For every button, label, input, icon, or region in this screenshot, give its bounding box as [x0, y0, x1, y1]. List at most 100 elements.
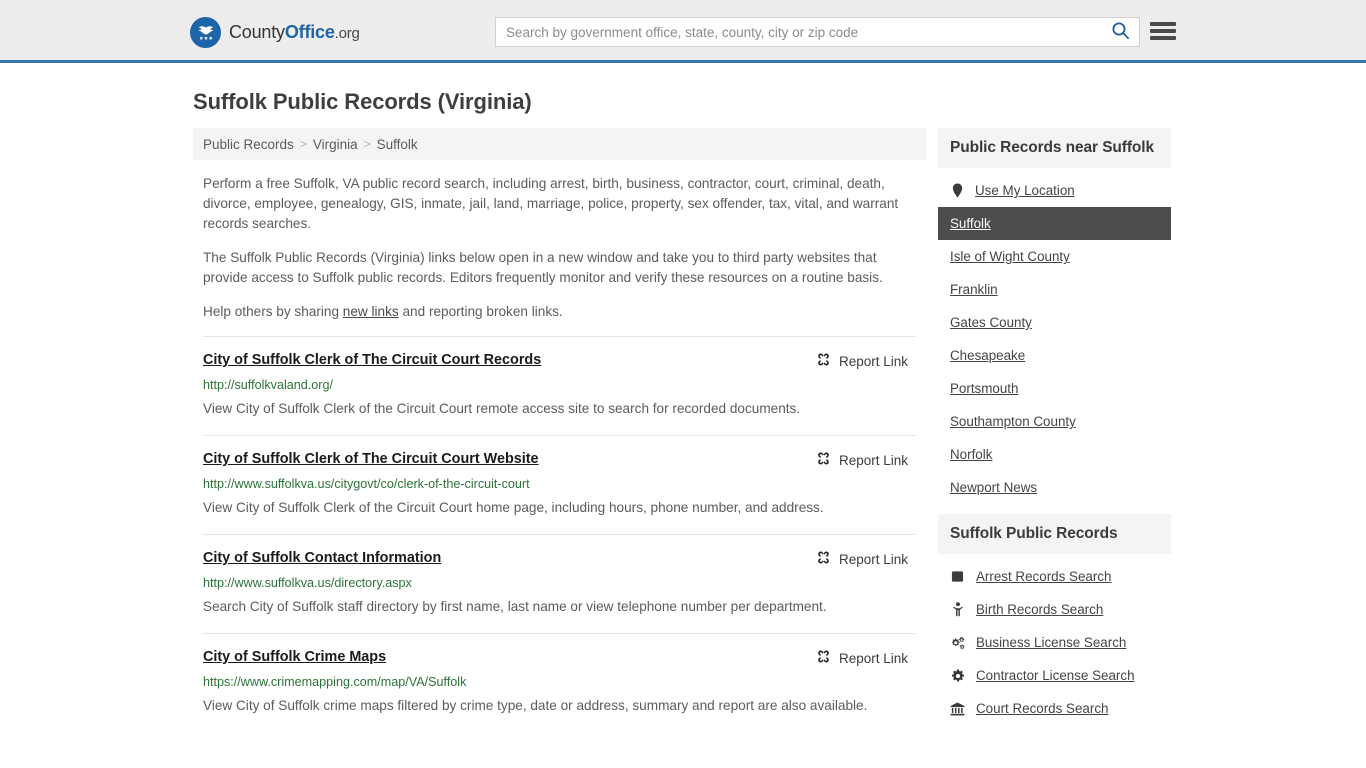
suffolk-records-panel: Suffolk Public Records Arrest Records Se… — [938, 514, 1171, 725]
sidebar-item-label: Suffolk — [950, 216, 991, 231]
list-item: Newport News — [938, 471, 1171, 504]
result-url[interactable]: http://suffolkvaland.org/ — [203, 377, 916, 393]
sidebar-item-gates-county[interactable]: Gates County — [938, 306, 1171, 339]
brand-part-office: Office — [284, 22, 335, 42]
list-item: Southampton County — [938, 405, 1171, 438]
sidebar-item-label: Use My Location — [975, 183, 1075, 198]
list-item: Isle of Wight County — [938, 240, 1171, 273]
result-header: City of Suffolk Clerk of The Circuit Cou… — [203, 450, 916, 469]
sidebar-item-label: Chesapeake — [950, 348, 1026, 363]
list-item: Portsmouth — [938, 372, 1171, 405]
square-icon — [950, 570, 965, 583]
result-title-link[interactable]: City of Suffolk Contact Information — [203, 549, 441, 567]
sidebar-item-suffolk[interactable]: Suffolk — [938, 207, 1171, 240]
list-item: Court Records Search — [938, 692, 1171, 725]
result-title-link[interactable]: City of Suffolk Clerk of The Circuit Cou… — [203, 351, 541, 369]
sidebar-item-franklin[interactable]: Franklin — [938, 273, 1171, 306]
nearby-records-list: Use My Location Suffolk Isle of Wight Co… — [938, 168, 1171, 504]
nearby-records-panel: Public Records near Suffolk Use My Locat… — [938, 128, 1171, 504]
list-item: Contractor License Search — [938, 659, 1171, 692]
sidebar-item-isle-of-wight-county[interactable]: Isle of Wight County — [938, 240, 1171, 273]
sidebar-item-label: Isle of Wight County — [950, 249, 1070, 264]
result-description: View City of Suffolk Clerk of the Circui… — [203, 401, 801, 416]
sidebar-item-birth-records-search[interactable]: Birth Records Search — [938, 593, 1171, 626]
result-description: Search City of Suffolk staff directory b… — [203, 599, 827, 614]
sidebar-item-label: Court Records Search — [976, 701, 1109, 716]
breadcrumb-item-suffolk: Suffolk — [376, 136, 418, 152]
result-url[interactable]: https://www.crimemapping.com/map/VA/Suff… — [203, 674, 916, 690]
report-link-button[interactable]: Report Link — [816, 649, 908, 667]
brand-part-county: County — [229, 22, 285, 42]
report-link-label: Report Link — [838, 650, 908, 666]
report-link-button[interactable]: Report Link — [816, 352, 908, 370]
result-url[interactable]: http://www.suffolkva.us/citygovt/co/cler… — [203, 476, 916, 492]
site-logo-link[interactable]: CountyOffice.org — [190, 17, 360, 48]
sidebar-item-use-my-location[interactable]: Use My Location — [938, 174, 1171, 207]
nearby-records-title: Public Records near Suffolk — [938, 128, 1171, 168]
sidebar-item-arrest-records-search[interactable]: Arrest Records Search — [938, 560, 1171, 593]
page-title: Suffolk Public Records (Virginia) — [193, 89, 532, 114]
sidebar-item-southampton-county[interactable]: Southampton County — [938, 405, 1171, 438]
baby-icon — [950, 602, 965, 617]
result-url[interactable]: http://www.suffolkva.us/directory.aspx — [203, 575, 916, 591]
sidebar-item-chesapeake[interactable]: Chesapeake — [938, 339, 1171, 372]
broken-chain-icon — [816, 451, 831, 469]
broken-chain-icon — [816, 649, 831, 667]
intro-p3-before: Help others by sharing — [203, 304, 343, 319]
list-item: Birth Records Search — [938, 593, 1171, 626]
main-column: Public Records > Virginia > Suffolk Perf… — [193, 128, 926, 735]
sidebar-item-norfolk[interactable]: Norfolk — [938, 438, 1171, 471]
sidebar-item-label: Norfolk — [950, 447, 993, 462]
report-link-button[interactable]: Report Link — [816, 451, 908, 469]
list-item: Gates County — [938, 306, 1171, 339]
sidebar-item-court-records-search[interactable]: Court Records Search — [938, 692, 1171, 725]
content-container: Suffolk Public Records (Virginia) Public… — [193, 89, 1173, 735]
list-item: Arrest Records Search — [938, 560, 1171, 593]
report-link-label: Report Link — [838, 452, 908, 468]
hamburger-menu-button[interactable] — [1150, 20, 1176, 42]
sidebar-item-newport-news[interactable]: Newport News — [938, 471, 1171, 504]
sidebar-item-label: Gates County — [950, 315, 1032, 330]
new-links-link[interactable]: new links — [343, 304, 399, 319]
results-list: City of Suffolk Clerk of The Circuit Cou… — [193, 336, 926, 732]
sidebar: Public Records near Suffolk Use My Locat… — [938, 128, 1171, 735]
list-item: Use My Location — [938, 174, 1171, 207]
result-item: City of Suffolk Clerk of The Circuit Cou… — [203, 435, 916, 534]
report-link-label: Report Link — [838, 353, 908, 369]
search-bar[interactable] — [495, 17, 1140, 47]
hamburger-bar-2 — [1150, 29, 1176, 33]
sidebar-item-label: Southampton County — [950, 414, 1076, 429]
intro-p3-after: and reporting broken links. — [398, 304, 563, 319]
report-link-button[interactable]: Report Link — [816, 550, 908, 568]
result-item: City of Suffolk Crime Maps Report Link h… — [203, 633, 916, 732]
bank-icon — [950, 702, 965, 716]
sidebar-item-label: Birth Records Search — [976, 602, 1104, 617]
sidebar-item-business-license-search[interactable]: Business License Search — [938, 626, 1171, 659]
sidebar-item-label: Franklin — [950, 282, 998, 297]
result-header: City of Suffolk Clerk of The Circuit Cou… — [203, 351, 916, 370]
sidebar-item-label: Arrest Records Search — [976, 569, 1112, 584]
intro-section: Perform a free Suffolk, VA public record… — [193, 160, 926, 322]
sidebar-item-portsmouth[interactable]: Portsmouth — [938, 372, 1171, 405]
brand-part-org: .org — [334, 25, 360, 42]
two-column-layout: Public Records > Virginia > Suffolk Perf… — [193, 128, 1173, 735]
sidebar-item-label: Contractor License Search — [976, 668, 1135, 683]
breadcrumb-item-public-records[interactable]: Public Records — [203, 137, 294, 152]
list-item: Suffolk — [938, 207, 1171, 240]
result-title-link[interactable]: City of Suffolk Clerk of The Circuit Cou… — [203, 450, 539, 468]
list-item: Chesapeake — [938, 339, 1171, 372]
report-link-label: Report Link — [838, 551, 908, 567]
intro-paragraph-1: Perform a free Suffolk, VA public record… — [203, 176, 899, 231]
result-header: City of Suffolk Crime Maps Report Link — [203, 648, 916, 667]
sidebar-item-contractor-license-search[interactable]: Contractor License Search — [938, 659, 1171, 692]
result-title-link[interactable]: City of Suffolk Crime Maps — [203, 648, 386, 666]
search-input[interactable] — [496, 18, 1101, 46]
gear-icon — [950, 669, 965, 683]
result-description: View City of Suffolk Clerk of the Circui… — [203, 500, 824, 515]
page-body: Suffolk Public Records (Virginia) Public… — [0, 89, 1366, 735]
search-button[interactable] — [1101, 18, 1139, 46]
breadcrumb-separator-2: > — [363, 137, 371, 151]
map-pin-icon — [950, 183, 965, 198]
site-header: CountyOffice.org — [0, 0, 1366, 63]
breadcrumb-item-virginia[interactable]: Virginia — [313, 137, 358, 152]
